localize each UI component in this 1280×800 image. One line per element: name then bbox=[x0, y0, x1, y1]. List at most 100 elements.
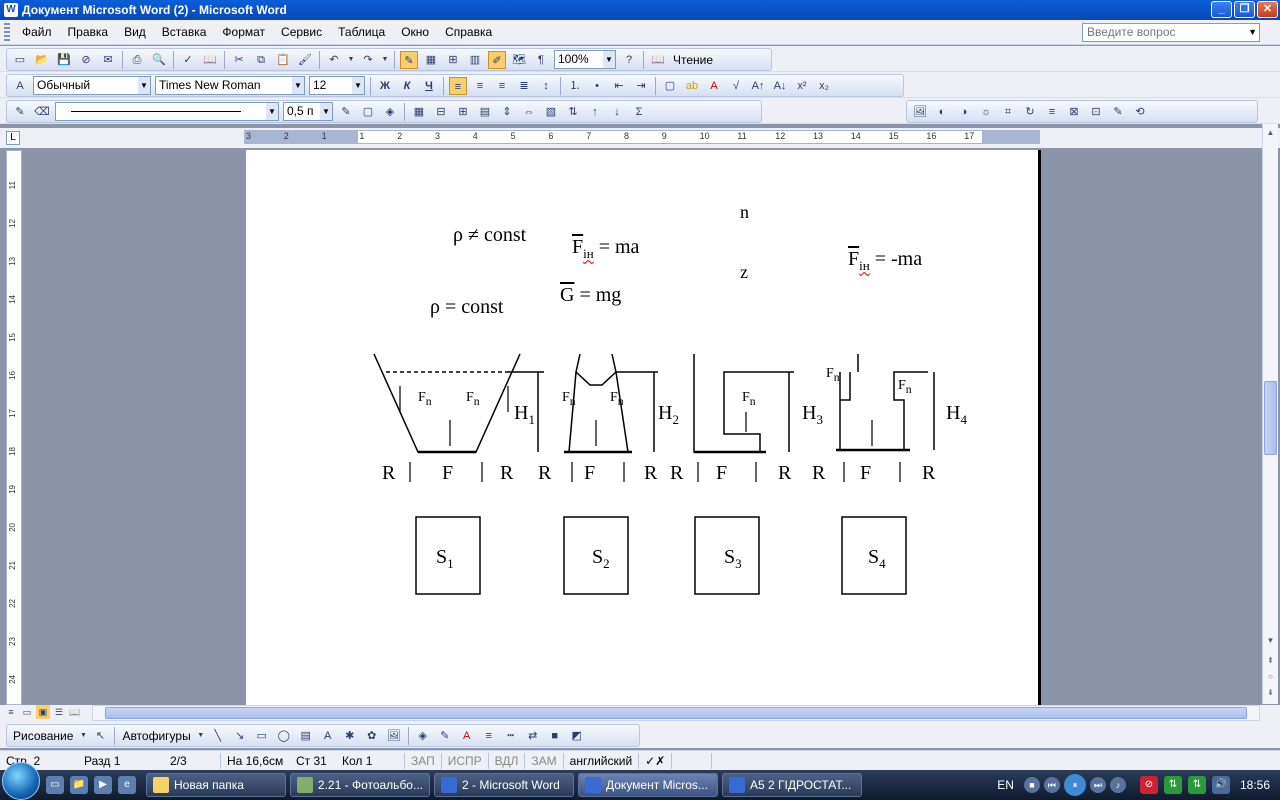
autosum-icon[interactable]: Σ bbox=[630, 103, 648, 121]
table-autoformat-icon[interactable]: ▧ bbox=[542, 103, 560, 121]
menu-format[interactable]: Формат bbox=[214, 25, 273, 39]
status-overtype[interactable]: ЗАМ bbox=[524, 752, 562, 769]
horizontal-ruler[interactable]: L 3 2 1 1 2 3 4 5 6 7 8 9 10 11 12 13 14 15 16 17 bbox=[0, 128, 1280, 148]
minimize-button[interactable]: _ bbox=[1211, 1, 1232, 18]
merge-cells-icon[interactable]: ⊟ bbox=[432, 103, 450, 121]
line-spacing-icon[interactable]: ↕ bbox=[537, 77, 555, 95]
underline-button[interactable]: Ч bbox=[420, 77, 438, 95]
rectangle-icon[interactable]: ▭ bbox=[253, 727, 271, 745]
status-record-macro[interactable]: ЗАП bbox=[404, 752, 441, 769]
wordart-icon[interactable]: A bbox=[319, 727, 337, 745]
task-new-folder[interactable]: Новая папка bbox=[146, 773, 286, 797]
bullets-icon[interactable]: • bbox=[588, 77, 606, 95]
font-select[interactable]: Times New Roman ▼ bbox=[155, 76, 305, 95]
clock[interactable]: 18:56 bbox=[1240, 778, 1270, 792]
menu-tools[interactable]: Сервис bbox=[273, 25, 330, 39]
align-cell-icon[interactable]: ▤ bbox=[476, 103, 494, 121]
scroll-up-icon[interactable]: ▲ bbox=[1264, 126, 1277, 139]
status-language[interactable]: английский bbox=[562, 752, 638, 769]
format-picture-icon[interactable]: ✎ bbox=[1109, 103, 1127, 121]
font-color-icon[interactable]: A bbox=[705, 77, 723, 95]
spelling-status-icon[interactable]: ✓✗ bbox=[638, 752, 671, 769]
color-icon[interactable]: ◐ bbox=[933, 103, 951, 121]
sort-descending-icon[interactable]: ↓ bbox=[608, 103, 626, 121]
show-desktop-icon[interactable]: ▭ bbox=[46, 776, 64, 794]
fill-color-icon[interactable]: ◈ bbox=[414, 727, 432, 745]
textbox-icon[interactable]: ▤ bbox=[297, 727, 315, 745]
insert-picture-icon[interactable]: 🖼 bbox=[911, 103, 929, 121]
insert-table-icon[interactable]: ▦ bbox=[422, 51, 440, 69]
insert-table-icon[interactable]: ▦ bbox=[410, 103, 428, 121]
grow-font-icon[interactable]: A↑ bbox=[749, 77, 767, 95]
italic-button[interactable]: К bbox=[398, 77, 416, 95]
outside-border-icon[interactable]: ▢ bbox=[359, 103, 377, 121]
internet-explorer-icon[interactable]: e bbox=[118, 776, 136, 794]
document-page[interactable]: ρ ≠ const Fін = ma n Fін = -ma z G = mg … bbox=[246, 150, 1041, 705]
justify-icon[interactable]: ≣ bbox=[515, 77, 533, 95]
shrink-font-icon[interactable]: A↓ bbox=[771, 77, 789, 95]
shadow-style-icon[interactable]: ■ bbox=[546, 727, 564, 745]
font-size-select[interactable]: 12 ▼ bbox=[309, 76, 365, 95]
contrast-icon[interactable]: ◑ bbox=[955, 103, 973, 121]
start-button[interactable] bbox=[2, 762, 40, 800]
menu-view[interactable]: Вид bbox=[116, 25, 154, 39]
columns-icon[interactable]: ▥ bbox=[466, 51, 484, 69]
chevron-down-icon[interactable]: ▼ bbox=[352, 77, 364, 94]
chevron-down-icon[interactable]: ▼ bbox=[603, 51, 615, 68]
spelling-icon[interactable]: ✓ bbox=[179, 51, 197, 69]
menu-window[interactable]: Окно bbox=[393, 25, 437, 39]
brightness-icon[interactable]: ☼ bbox=[977, 103, 995, 121]
menu-file[interactable]: Файл bbox=[14, 25, 60, 39]
draw-menu-button[interactable]: Рисование bbox=[9, 729, 77, 743]
chevron-down-icon[interactable]: ▼ bbox=[347, 51, 355, 69]
menu-insert[interactable]: Вставка bbox=[154, 25, 215, 39]
language-indicator[interactable]: EN bbox=[997, 778, 1014, 792]
line-style-select[interactable]: ▼ bbox=[55, 102, 279, 121]
next-page-icon[interactable]: ⇟ bbox=[1264, 686, 1277, 699]
line-style-icon[interactable]: ≡ bbox=[480, 727, 498, 745]
chevron-down-icon[interactable]: ▼ bbox=[138, 77, 150, 94]
crop-icon[interactable]: ⌗ bbox=[999, 103, 1017, 121]
copy-icon[interactable]: ⧉ bbox=[252, 51, 270, 69]
print-layout-icon[interactable]: ▣ bbox=[36, 705, 50, 719]
font-color-icon[interactable]: A bbox=[458, 727, 476, 745]
zoom-select[interactable]: 100% ▼ bbox=[554, 50, 616, 69]
task-word-2[interactable]: 2 - Microsoft Word bbox=[434, 773, 574, 797]
open-folder-icon[interactable]: 📂 bbox=[33, 51, 51, 69]
network-icon[interactable]: ⇅ bbox=[1187, 776, 1206, 794]
stop-icon[interactable]: ■ bbox=[1023, 777, 1040, 793]
task-photo-album[interactable]: 2.21 - Фотоальбо... bbox=[290, 773, 430, 797]
picture-icon[interactable]: 🖼 bbox=[385, 727, 403, 745]
arrow-icon[interactable]: ↘ bbox=[231, 727, 249, 745]
paste-icon[interactable]: 📋 bbox=[274, 51, 292, 69]
clipart-icon[interactable]: ✿ bbox=[363, 727, 381, 745]
line-color-icon[interactable]: ✎ bbox=[436, 727, 454, 745]
close-button[interactable]: ✕ bbox=[1257, 1, 1278, 18]
format-painter-icon[interactable]: 🖌 bbox=[296, 51, 314, 69]
scroll-down-icon[interactable]: ▼ bbox=[1264, 634, 1277, 647]
distribute-rows-icon[interactable]: ⇕ bbox=[498, 103, 516, 121]
line-icon[interactable]: ╲ bbox=[209, 727, 227, 745]
superscript-icon[interactable]: x² bbox=[793, 77, 811, 95]
bold-button[interactable]: Ж bbox=[376, 77, 394, 95]
eraser-icon[interactable]: ⌫ bbox=[33, 103, 51, 121]
border-icon[interactable]: ▢ bbox=[661, 77, 679, 95]
numbering-icon[interactable]: ⒈ bbox=[566, 77, 584, 95]
vertical-scroll-thumb[interactable] bbox=[1264, 381, 1277, 455]
subscript-icon[interactable]: x₂ bbox=[815, 77, 833, 95]
align-right-icon[interactable]: ≡ bbox=[493, 77, 511, 95]
drawing-icon[interactable]: ✐ bbox=[488, 50, 506, 69]
previous-page-icon[interactable]: ⇞ bbox=[1264, 654, 1277, 667]
print-preview-icon[interactable]: 🔍 bbox=[150, 51, 168, 69]
reading-mode-button[interactable]: Чтение bbox=[669, 53, 717, 67]
line-style-icon[interactable]: ≡ bbox=[1043, 103, 1061, 121]
text-direction-icon[interactable]: ⇅ bbox=[564, 103, 582, 121]
help-icon[interactable]: ? bbox=[620, 51, 638, 69]
status-track-changes[interactable]: ИСПР bbox=[440, 752, 488, 769]
menu-help[interactable]: Справка bbox=[437, 25, 500, 39]
pause-icon[interactable]: ⏸ bbox=[1063, 774, 1086, 796]
browse-object-icon[interactable]: ○ bbox=[1264, 670, 1277, 683]
dash-style-icon[interactable]: ┅ bbox=[502, 727, 520, 745]
web-layout-icon[interactable]: ▭ bbox=[20, 705, 34, 719]
chevron-down-icon[interactable]: ▼ bbox=[79, 727, 87, 745]
